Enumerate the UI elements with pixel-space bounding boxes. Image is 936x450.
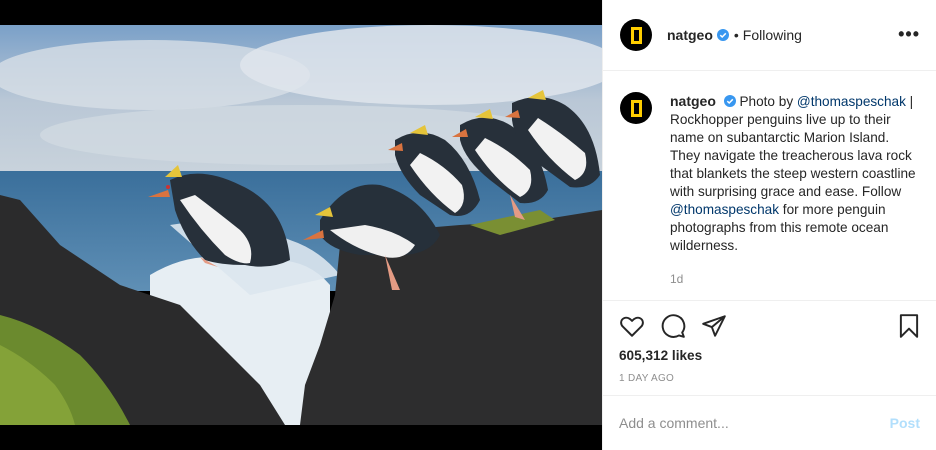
- natgeo-logo-icon: [630, 99, 642, 117]
- post-sidebar: natgeo • Following ••• natgeo Photo by @…: [602, 0, 936, 450]
- post-container: natgeo • Following ••• natgeo Photo by @…: [0, 0, 936, 450]
- header-user: natgeo • Following: [667, 27, 802, 43]
- comment-icon[interactable]: [660, 313, 686, 339]
- caption-prefix: Photo by: [739, 94, 797, 109]
- likes-count[interactable]: 605,312 likes: [619, 348, 702, 363]
- caption-text: | Rockhopper penguins live up to their n…: [670, 94, 916, 199]
- following-button[interactable]: Following: [743, 27, 802, 43]
- bookmark-icon[interactable]: [896, 313, 922, 339]
- avatar[interactable]: [620, 19, 652, 51]
- comment-box: Post: [603, 395, 936, 450]
- comment-input[interactable]: [619, 415, 890, 431]
- caption-body: natgeo Photo by @thomaspeschak | Rockhop…: [670, 92, 918, 288]
- posted-time[interactable]: 1 DAY AGO: [619, 373, 674, 384]
- penguin-photo: [0, 25, 602, 425]
- header-username[interactable]: natgeo: [667, 27, 713, 43]
- caption-username[interactable]: natgeo: [670, 93, 716, 109]
- action-bar: [619, 313, 922, 339]
- post-header: natgeo • Following •••: [603, 0, 936, 71]
- verified-badge-icon: [716, 29, 729, 41]
- header-separator: •: [733, 27, 739, 43]
- post-comment-button[interactable]: Post: [890, 415, 920, 431]
- post-image[interactable]: [0, 0, 602, 450]
- more-options-icon[interactable]: •••: [898, 24, 920, 45]
- heart-icon[interactable]: [619, 313, 645, 339]
- caption-mention[interactable]: @thomaspeschak: [670, 202, 779, 217]
- caption-mention[interactable]: @thomaspeschak: [797, 94, 906, 109]
- caption-time[interactable]: 1d: [670, 270, 918, 288]
- caption-avatar[interactable]: [620, 92, 652, 124]
- paper-plane-icon[interactable]: [701, 313, 727, 339]
- actions-section: 605,312 likes 1 DAY AGO: [603, 300, 936, 384]
- caption: natgeo Photo by @thomaspeschak | Rockhop…: [620, 92, 920, 288]
- natgeo-logo-icon: [630, 26, 642, 44]
- verified-badge-icon: [723, 95, 736, 107]
